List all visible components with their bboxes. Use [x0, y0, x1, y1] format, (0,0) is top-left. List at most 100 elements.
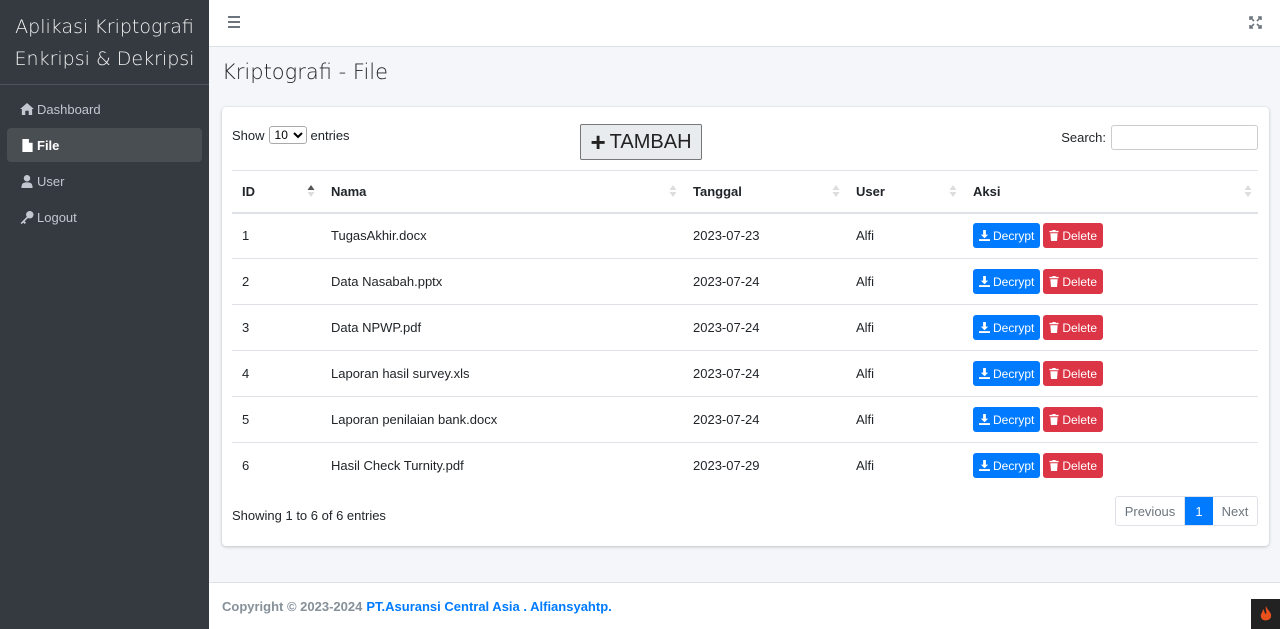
sidebar-item-label: Logout [37, 209, 77, 225]
tambah-label: TAMBAH [609, 130, 692, 153]
decrypt-button[interactable]: Decrypt [973, 407, 1041, 432]
cell-tanggal: 2023-07-23 [683, 212, 846, 259]
cell-nama: Data NPWP.pdf [321, 304, 683, 351]
sidebar-item-dashboard[interactable]: Dashboard [7, 92, 202, 126]
cell-aksi: Decrypt Delete [963, 258, 1258, 305]
decrypt-label: Decrypt [993, 274, 1035, 289]
brand[interactable]: Aplikasi Kriptografi Enkripsi & Dekripsi [0, 0, 209, 85]
sidebar-item-label: User [37, 173, 65, 189]
decrypt-label: Decrypt [993, 458, 1035, 473]
cell-user: Alfi [846, 304, 963, 351]
trash-icon [1049, 322, 1059, 333]
decrypt-button[interactable]: Decrypt [973, 453, 1041, 479]
cell-tanggal: 2023-07-24 [683, 304, 846, 351]
column-header-label: Aksi [973, 183, 1001, 199]
cell-id: 5 [232, 396, 321, 443]
decrypt-label: Decrypt [993, 228, 1035, 243]
delete-button[interactable]: Delete [1043, 453, 1104, 479]
search-input[interactable] [1111, 125, 1258, 150]
delete-label: Delete [1062, 228, 1098, 243]
download-icon [979, 414, 990, 425]
decrypt-button[interactable]: Decrypt [973, 223, 1041, 249]
delete-button[interactable]: Delete [1043, 361, 1104, 386]
key-icon [19, 210, 35, 224]
decrypt-button[interactable]: Decrypt [973, 315, 1041, 340]
sort-icon [669, 185, 677, 197]
cell-user: Alfi [846, 350, 963, 397]
column-header-aksi[interactable]: Aksi [963, 170, 1258, 214]
cell-id: 3 [232, 304, 321, 351]
brand-line-2: Enkripsi & Dekripsi [14, 48, 195, 70]
cell-user: Alfi [846, 258, 963, 305]
cell-user: Alfi [846, 396, 963, 443]
column-header-nama[interactable]: Nama [321, 170, 683, 214]
entries-label: entries [310, 127, 350, 143]
table-row: 6 Hasil Check Turnity.pdf 2023-07-29 Alf… [232, 443, 1258, 489]
delete-button[interactable]: Delete [1043, 315, 1104, 340]
cell-user: Alfi [846, 212, 963, 259]
table-header-row: ID Nama Tanggal User Aksi [232, 170, 1258, 214]
sidebar-item-file[interactable]: File [7, 128, 202, 162]
sort-icon [1244, 185, 1252, 197]
show-entries: Show 10 entries [232, 126, 350, 144]
previous-page-button[interactable]: Previous [1116, 497, 1185, 525]
delete-label: Delete [1062, 366, 1098, 381]
sidebar: Aplikasi Kriptografi Enkripsi & Dekripsi… [0, 0, 209, 629]
table-row: 5 Laporan penilaian bank.docx 2023-07-24… [232, 396, 1258, 443]
tambah-button[interactable]: + TAMBAH [580, 124, 702, 160]
column-header-id[interactable]: ID [232, 170, 321, 214]
decrypt-button[interactable]: Decrypt [973, 269, 1041, 294]
home-icon [19, 102, 35, 116]
cell-tanggal: 2023-07-24 [683, 396, 846, 443]
column-header-tanggal[interactable]: Tanggal [683, 170, 846, 214]
delete-button[interactable]: Delete [1043, 269, 1104, 294]
sidebar-item-user[interactable]: User [7, 164, 202, 198]
delete-label: Delete [1062, 274, 1098, 289]
flame-icon[interactable] [1251, 599, 1280, 629]
page-1-button[interactable]: 1 [1185, 497, 1213, 525]
pagination: Previous 1 Next [1115, 496, 1258, 526]
cell-nama: Laporan hasil survey.xls [321, 350, 683, 397]
cell-tanggal: 2023-07-29 [693, 458, 760, 474]
page-size-select[interactable]: 10 [268, 126, 307, 144]
trash-icon [1049, 414, 1059, 425]
delete-button[interactable]: Delete [1043, 407, 1104, 432]
brand-line-1: Aplikasi Kriptografi [15, 16, 194, 38]
sidebar-item-logout[interactable]: Logout [7, 200, 202, 234]
decrypt-label: Decrypt [993, 320, 1035, 335]
table-info: Showing 1 to 6 of 6 entries [232, 508, 386, 523]
cell-aksi: Decrypt Delete [963, 443, 1258, 489]
column-header-label: ID [242, 183, 255, 199]
column-header-user[interactable]: User [846, 170, 963, 214]
cell-aksi: Decrypt Delete [963, 396, 1258, 443]
delete-label: Delete [1062, 320, 1098, 335]
top-navbar [209, 0, 1280, 47]
decrypt-button[interactable]: Decrypt [973, 361, 1041, 386]
table-row: 3 Data NPWP.pdf 2023-07-24 Alfi Decrypt D… [232, 304, 1258, 351]
menu-toggle-icon[interactable] [228, 16, 240, 28]
trash-icon [1049, 460, 1059, 472]
trash-icon [1049, 230, 1059, 242]
footer: Copyright © 2023-2024 PT.Asuransi Centra… [209, 582, 1280, 629]
fullscreen-icon[interactable] [1249, 16, 1262, 29]
cell-aksi: Decrypt Delete [963, 212, 1258, 259]
sort-icon [832, 185, 840, 197]
footer-link[interactable]: PT.Asuransi Central Asia . Alfiansyahtp. [366, 599, 611, 614]
file-table: ID Nama Tanggal User Aksi 1 TugasAkhir.d… [232, 170, 1258, 489]
table-row: 4 Laporan hasil survey.xls 2023-07-24 Al… [232, 350, 1258, 397]
cell-id: 1 [232, 212, 321, 259]
table-row: 2 Data Nasabah.pptx 2023-07-24 Alfi Decr… [232, 258, 1258, 305]
cell-user: Alfi [856, 458, 875, 474]
file-table-card: Show 10 entries + TAMBAH Search: ID Nama… [222, 107, 1269, 546]
plus-icon: + [590, 127, 606, 157]
delete-button[interactable]: Delete [1043, 223, 1104, 249]
table-row: 1 TugasAkhir.docx 2023-07-23 Alfi Decryp… [232, 212, 1258, 259]
copyright-text: Copyright © 2023-2024 [222, 598, 363, 614]
download-icon [979, 368, 990, 379]
sort-asc-icon [307, 185, 315, 197]
sidebar-nav: Dashboard File User Logout [0, 85, 209, 234]
download-icon [979, 276, 990, 287]
cell-nama: TugasAkhir.docx [321, 212, 683, 259]
sidebar-item-label: Dashboard [37, 101, 101, 117]
next-page-button[interactable]: Next [1213, 497, 1257, 525]
